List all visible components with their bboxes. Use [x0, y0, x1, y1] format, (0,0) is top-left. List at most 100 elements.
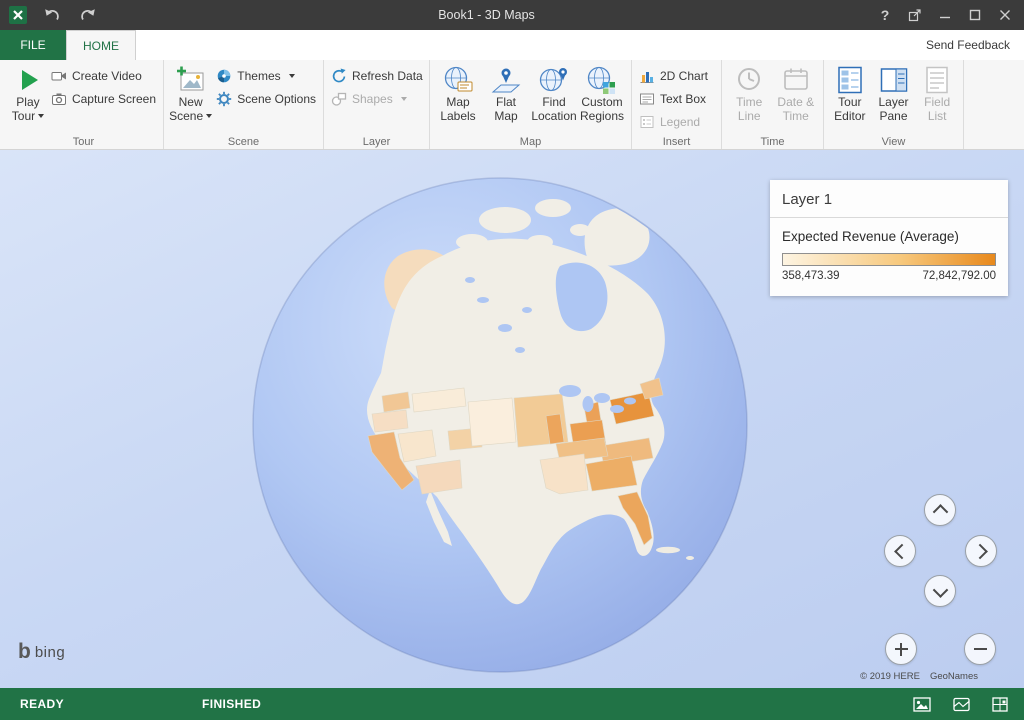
clock-icon: [734, 64, 764, 96]
capture-screen-button[interactable]: Capture Screen: [48, 88, 159, 109]
grid-view-icon[interactable]: [992, 697, 1008, 712]
layer-title: Layer 1: [770, 180, 1008, 218]
themes-button[interactable]: Themes: [213, 65, 319, 86]
text-box-icon: [639, 91, 655, 107]
globe-regions-icon: [586, 64, 618, 96]
legend-button: Legend: [636, 111, 711, 132]
pan-down-button[interactable]: [924, 575, 956, 607]
custom-regions-button[interactable]: Custom Regions: [578, 63, 626, 123]
close-button[interactable]: [994, 4, 1016, 26]
group-label-insert: Insert: [632, 136, 721, 148]
scene-options-button[interactable]: Scene Options: [213, 88, 319, 109]
map-labels-button[interactable]: Map Labels: [434, 63, 482, 123]
undo-button[interactable]: [41, 4, 63, 26]
chevron-down-icon: [932, 582, 948, 598]
tab-home[interactable]: HOME: [66, 30, 136, 60]
refresh-icon: [331, 68, 347, 84]
chevron-up-icon: [932, 504, 948, 520]
shapes-icon: [331, 91, 347, 107]
bar-chart-icon: [639, 68, 655, 84]
shapes-button: Shapes: [328, 88, 426, 109]
bing-logo: b bing: [18, 642, 65, 662]
field-list-icon: [922, 64, 952, 96]
dropdown-arrow-icon: [206, 114, 212, 118]
legend-gradient-bar: [782, 253, 996, 266]
send-feedback-link[interactable]: Send Feedback: [926, 30, 1010, 60]
group-label-scene: Scene: [164, 136, 323, 148]
map-viewport[interactable]: Layer 1 Expected Revenue (Average) 358,4…: [0, 150, 1024, 688]
ribbon-group-insert: 2D Chart Text Box Legend Insert: [632, 60, 722, 149]
play-icon: [14, 64, 42, 96]
ribbon-group-view: Tour Editor Layer Pane Field List View: [824, 60, 964, 149]
tab-file[interactable]: FILE: [0, 30, 66, 60]
layer-pane-icon: [879, 64, 909, 96]
2d-chart-button[interactable]: 2D Chart: [636, 65, 711, 86]
tour-editor-button[interactable]: Tour Editor: [828, 63, 872, 123]
video-camera-icon: [51, 68, 67, 84]
group-label-map: Map: [430, 136, 631, 148]
ribbon-tab-row: FILE HOME Send Feedback: [0, 30, 1024, 60]
flat-map-button[interactable]: Flat Map: [482, 63, 530, 123]
group-label-time: Time: [722, 136, 823, 148]
time-line-button: Time Line: [726, 63, 773, 123]
minimize-button[interactable]: [934, 4, 956, 26]
popout-icon[interactable]: [904, 4, 926, 26]
tour-editor-icon: [835, 64, 865, 96]
plus-icon: [895, 648, 908, 651]
minus-icon: [974, 648, 987, 651]
new-scene-button[interactable]: New Scene: [168, 63, 213, 123]
excel-logo-icon: [9, 6, 27, 24]
ribbon-group-tour: Play Tour Create Video Capture Screen T: [4, 60, 164, 149]
globe-pin-icon: [538, 64, 570, 96]
layer-legend-card: Layer 1 Expected Revenue (Average) 358,4…: [770, 180, 1008, 296]
chevron-left-icon: [894, 543, 910, 559]
picture-icon[interactable]: [913, 697, 931, 712]
group-label-view: View: [824, 136, 963, 148]
legend-field-label: Expected Revenue (Average): [782, 229, 996, 244]
ribbon-group-layer: Refresh Data Shapes Layer: [324, 60, 430, 149]
dropdown-arrow-icon: [289, 74, 295, 78]
calendar-icon: [781, 64, 811, 96]
layer-pane-button[interactable]: Layer Pane: [872, 63, 916, 123]
ribbon: Play Tour Create Video Capture Screen T: [0, 60, 1024, 150]
map-attribution: © 2019 HERE GeoNames: [860, 671, 978, 682]
help-button[interactable]: ?: [874, 4, 896, 26]
dropdown-arrow-icon: [38, 114, 44, 118]
refresh-data-button[interactable]: Refresh Data: [328, 65, 426, 86]
zoom-in-button[interactable]: [885, 633, 917, 665]
text-box-button[interactable]: Text Box: [636, 88, 711, 109]
3d-maps-window: Book1 - 3D Maps ? FILE HOME Send Feedbac…: [0, 0, 1024, 720]
date-time-button: Date & Time: [773, 63, 820, 123]
ribbon-group-time: Time Line Date & Time Time: [722, 60, 824, 149]
group-label-layer: Layer: [324, 136, 429, 148]
flat-map-pin-icon: [490, 64, 522, 96]
redo-button[interactable]: [77, 4, 99, 26]
ribbon-group-map: Map Labels Flat Map Find Location: [430, 60, 632, 149]
play-tour-button[interactable]: Play Tour: [8, 63, 48, 123]
titlebar: Book1 - 3D Maps ?: [0, 0, 1024, 30]
field-list-button: Field List: [915, 63, 959, 123]
status-finished: FINISHED: [202, 697, 261, 711]
pan-left-button[interactable]: [884, 535, 916, 567]
dropdown-arrow-icon: [401, 97, 407, 101]
legend-icon: [639, 114, 655, 130]
pan-up-button[interactable]: [924, 494, 956, 526]
gear-icon: [216, 91, 232, 107]
group-label-tour: Tour: [4, 136, 163, 148]
map-icon[interactable]: [953, 697, 970, 712]
themes-color-wheel-icon: [216, 68, 232, 84]
ribbon-group-scene: New Scene Themes Scene Options Scene: [164, 60, 324, 149]
legend-min-value: 358,473.39: [782, 270, 840, 282]
window-title: Book1 - 3D Maps: [99, 8, 874, 22]
new-scene-icon: [176, 64, 206, 96]
globe-labels-icon: [442, 64, 474, 96]
find-location-button[interactable]: Find Location: [530, 63, 578, 123]
legend-max-value: 72,842,792.00: [922, 270, 996, 282]
status-bar: READY FINISHED: [0, 688, 1024, 720]
status-ready: READY: [20, 697, 64, 711]
zoom-out-button[interactable]: [964, 633, 996, 665]
create-video-button[interactable]: Create Video: [48, 65, 159, 86]
pan-right-button[interactable]: [965, 535, 997, 567]
maximize-button[interactable]: [964, 4, 986, 26]
chevron-right-icon: [972, 543, 988, 559]
